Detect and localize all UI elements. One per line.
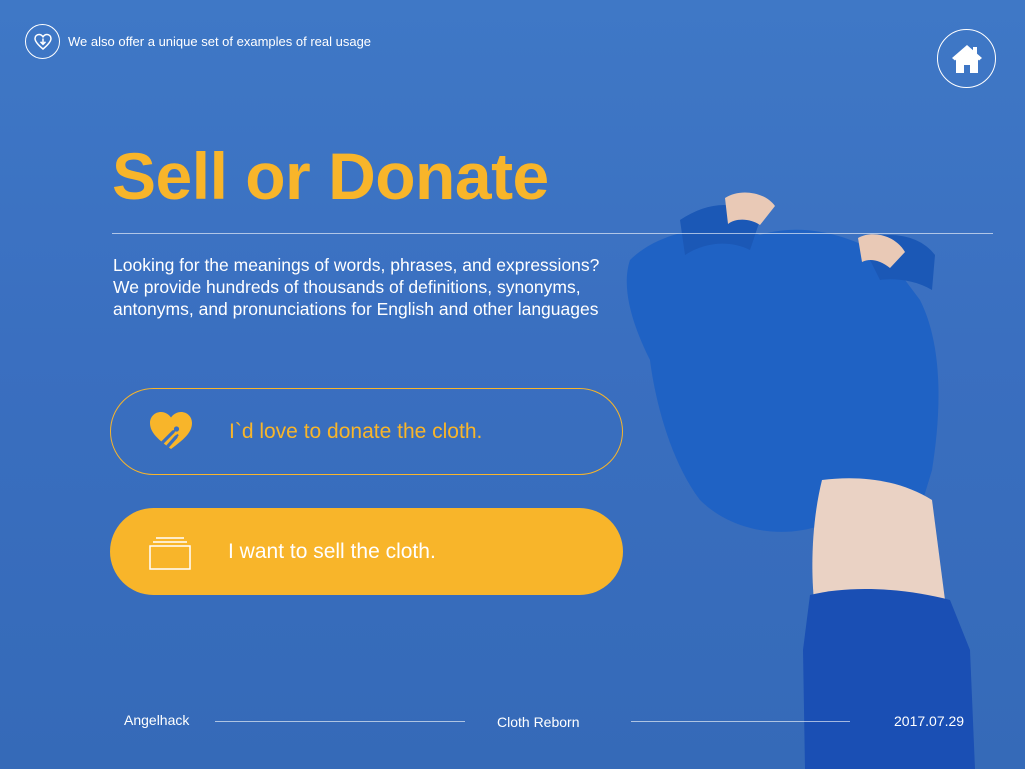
screen: We also offer a unique set of examples o… bbox=[0, 0, 1025, 769]
footer-divider bbox=[631, 721, 850, 722]
footer-date: 2017.07.29 bbox=[894, 713, 965, 729]
header-tagline-group: We also offer a unique set of examples o… bbox=[25, 24, 371, 59]
home-icon bbox=[951, 44, 982, 73]
description-line: antonyms, and pronunciations for English… bbox=[113, 299, 599, 319]
description-line: Looking for the meanings of words, phras… bbox=[113, 255, 600, 275]
heart-hand-icon bbox=[150, 412, 192, 449]
footer-center-text: Cloth Reborn bbox=[497, 714, 580, 730]
header-tagline: We also offer a unique set of examples o… bbox=[68, 34, 372, 49]
page-title: Sell or Donate bbox=[112, 139, 549, 213]
footer-divider bbox=[215, 721, 465, 722]
title-divider bbox=[112, 233, 993, 234]
footer-left-text: Angelhack bbox=[124, 712, 190, 728]
stack-cards-icon bbox=[149, 537, 191, 570]
download-heart-icon[interactable] bbox=[25, 24, 60, 59]
home-button[interactable] bbox=[937, 29, 996, 88]
donate-option-button[interactable]: I`d love to donate the cloth. bbox=[110, 388, 623, 475]
description-line: We provide hundreds of thousands of defi… bbox=[113, 277, 581, 297]
sell-option-label: I want to sell the cloth. bbox=[228, 539, 436, 563]
donate-option-label: I`d love to donate the cloth. bbox=[229, 419, 483, 443]
sell-option-button[interactable]: I want to sell the cloth. bbox=[110, 508, 623, 595]
page-description: Looking for the meanings of words, phras… bbox=[113, 254, 673, 320]
